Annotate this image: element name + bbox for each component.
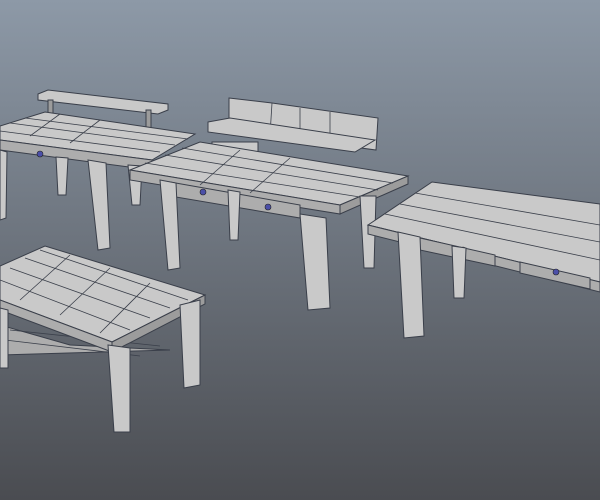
drawer-knob [264, 203, 272, 211]
desk-leg [451, 245, 467, 299]
drawer-knob [552, 268, 560, 276]
drawer-knob [36, 150, 44, 158]
3d-viewport[interactable] [0, 0, 600, 500]
viewport-canvas[interactable] [0, 0, 600, 500]
desk-leg [0, 149, 8, 221]
table-leg [179, 299, 201, 389]
desk-leg [227, 189, 241, 241]
table-leg [0, 307, 9, 369]
desk-leg [55, 156, 69, 196]
drawer-knob [199, 188, 207, 196]
